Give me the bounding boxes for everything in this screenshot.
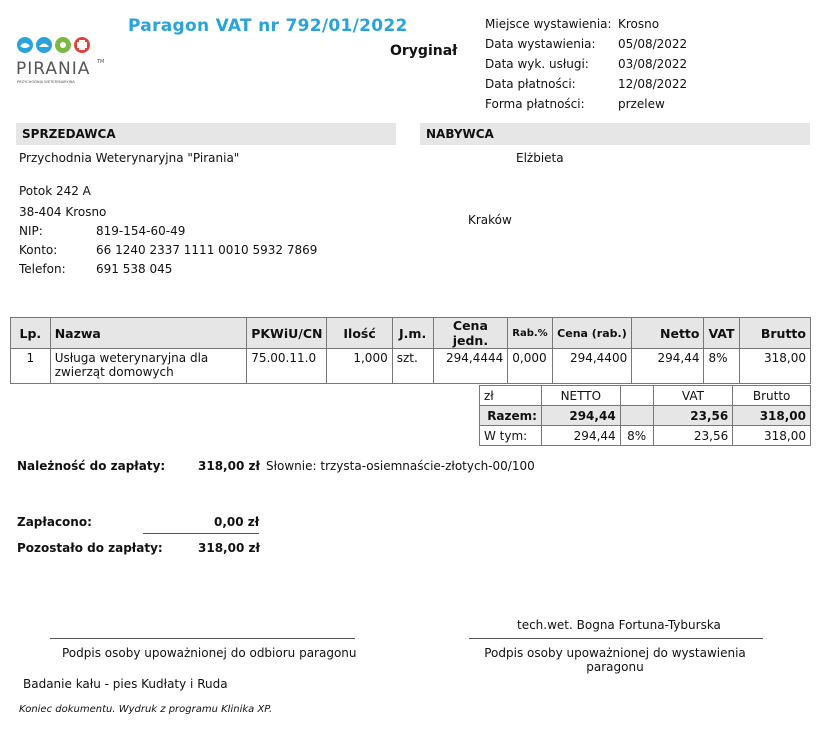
meta-value: Krosno [618, 17, 660, 31]
issuer-signature-caption: Podpis osoby upoważnionej do wystawienia… [484, 646, 746, 674]
meta-label: Miejsce wystawienia: [485, 17, 612, 31]
items-header-cell: Ilość [326, 317, 393, 349]
summary-vat-header: VAT [652, 385, 734, 406]
summary-incl-netto: 294,44 [540, 425, 621, 446]
logo-tagline: PRZYCHODNIA WETERYNARYJNA [17, 80, 75, 84]
items-cell: 75.00.11.0 [246, 348, 328, 384]
items-cell: 1 [10, 348, 51, 384]
items-header-cell: Cena jedn. [432, 317, 509, 349]
items-cell: 1,000 [326, 348, 393, 384]
items-header-cell: Brutto [738, 317, 812, 349]
meta-value: przelew [618, 97, 665, 111]
items-cell: 294,44 [631, 348, 705, 384]
pirania-logo: PIRANIA TM PRZYCHODNIA WETERYNARYJNA [16, 36, 106, 86]
logo-icons: PIRANIA TM PRZYCHODNIA WETERYNARYJNA [16, 37, 104, 84]
summary-total-vat: 23,56 [652, 405, 734, 426]
meta-value: 03/08/2022 [618, 57, 688, 71]
items-cell: 318,00 [738, 348, 812, 384]
summary-incl-vat: 23,56 [652, 425, 734, 446]
issuer-signature-line [469, 638, 763, 639]
items-cell: Usługa weterynaryjna dla zwierząt domowy… [49, 348, 248, 384]
items-header-cell: VAT [703, 317, 740, 349]
summary-header-row: zł NETTO VAT Brutto [479, 385, 811, 406]
items-table: Lp. Nazwa PKWiU/CN Ilość J.m. Cena jedn. Rab.%… [10, 317, 812, 384]
paid-divider [143, 533, 259, 534]
summary-total-label: Razem: [479, 405, 542, 426]
meta-row: Miejsce wystawienia: Krosno [485, 14, 687, 34]
document-title: Paragon VAT nr 792/01/2022 [128, 16, 408, 36]
items-cell: 294,4400 [551, 348, 633, 384]
summary-rate-header [619, 385, 654, 406]
buyer-heading: NABYWCA [420, 123, 810, 145]
amount-due-label: Należność do zapłaty: [17, 459, 166, 473]
seller-phone-label: Telefon: [19, 262, 66, 276]
visit-note: Badanie kału - pies Kudłaty i Ruda [23, 677, 228, 691]
meta-value: 12/08/2022 [618, 77, 688, 91]
logo-wordmark: PIRANIA [16, 59, 90, 79]
seller-street: Potok 242 A [19, 184, 91, 198]
document-meta: Miejsce wystawienia: Krosno Data wystawien… [485, 14, 687, 114]
buyer-city: Kraków [468, 213, 512, 227]
items-cell: 294,4444 [432, 348, 509, 384]
table-row: 1 Usługa weterynaryjna dla zwierząt domow… [10, 348, 812, 384]
seller-account-label: Konto: [19, 243, 58, 257]
meta-label: Data płatności: [485, 77, 576, 91]
seller-account: 66 1240 2337 1111 0010 5932 7869 [96, 243, 318, 257]
seller-nip-label: NIP: [19, 224, 43, 238]
summary-currency: zł [479, 385, 542, 406]
items-header-row: Lp. Nazwa PKWiU/CN Ilość J.m. Cena jedn. Rab.%… [10, 317, 812, 349]
vat-summary-table: zł NETTO VAT Brutto Razem: 294,44 23,56 … [479, 385, 811, 446]
meta-row: Data płatności: 12/08/2022 [485, 74, 687, 94]
summary-total-rate [619, 405, 654, 426]
document-footer: Koniec dokumentu. Wydruk z programu Klin… [19, 704, 273, 715]
summary-total-netto: 294,44 [540, 405, 621, 426]
remaining-value: 318,00 zł [198, 541, 260, 555]
summary-total-brutto: 318,00 [732, 405, 811, 426]
items-header-cell: Cena (rab.) [551, 317, 633, 349]
summary-incl-row: W tym: 294,44 8% 23,56 318,00 [479, 425, 811, 446]
items-header-cell: PKWiU/CN [246, 317, 328, 349]
paid-value: 0,00 zł [214, 515, 260, 529]
seller-name: Przychodnia Weterynaryjna "Pirania" [19, 151, 240, 165]
meta-value: 05/08/2022 [618, 37, 688, 51]
summary-incl-rate: 8% [619, 425, 654, 446]
meta-label: Forma płatności: [485, 97, 585, 111]
summary-netto-header: NETTO [540, 385, 621, 406]
items-header-cell: Netto [631, 317, 705, 349]
seller-phone: 691 538 045 [96, 262, 173, 276]
items-cell: 8% [703, 348, 740, 384]
amount-in-words: Słownie: trzysta-osiemnaście-złotych-00/… [266, 459, 535, 473]
items-cell: 0,000 [507, 348, 553, 384]
summary-brutto-header: Brutto [732, 385, 811, 406]
amount-due-value: 318,00 zł [198, 459, 260, 473]
seller-nip: 819-154-60-49 [96, 224, 186, 238]
items-header-cell: Nazwa [49, 317, 248, 349]
meta-row: Forma płatności: przelew [485, 94, 687, 114]
meta-label: Data wystawienia: [485, 37, 596, 51]
summary-total-row: Razem: 294,44 23,56 318,00 [479, 405, 811, 426]
paid-label: Zapłacono: [17, 515, 92, 529]
items-header-cell: Lp. [10, 317, 51, 349]
receiver-signature-caption: Podpis osoby upoważnionej do odbioru par… [62, 646, 357, 660]
remaining-label: Pozostało do zapłaty: [17, 541, 163, 555]
meta-label: Data wyk. usługi: [485, 57, 589, 71]
logo-tm: TM [96, 59, 104, 65]
buyer-name: Elżbieta [516, 151, 564, 165]
seller-city: 38-404 Krosno [19, 205, 107, 219]
receiver-signature-line [50, 638, 355, 639]
meta-row: Data wyk. usługi: 03/08/2022 [485, 54, 687, 74]
items-cell: szt. [391, 348, 434, 384]
summary-incl-label: W tym: [479, 425, 542, 446]
meta-row: Data wystawienia: 05/08/2022 [485, 34, 687, 54]
summary-incl-brutto: 318,00 [732, 425, 811, 446]
copy-label: Oryginał [390, 43, 458, 59]
issuer-name: tech.wet. Bogna Fortuna-Tyburska [517, 618, 721, 632]
seller-heading: SPRZEDAWCA [16, 123, 396, 145]
items-header-cell: J.m. [391, 317, 434, 349]
items-header-cell: Rab.% [507, 317, 553, 349]
